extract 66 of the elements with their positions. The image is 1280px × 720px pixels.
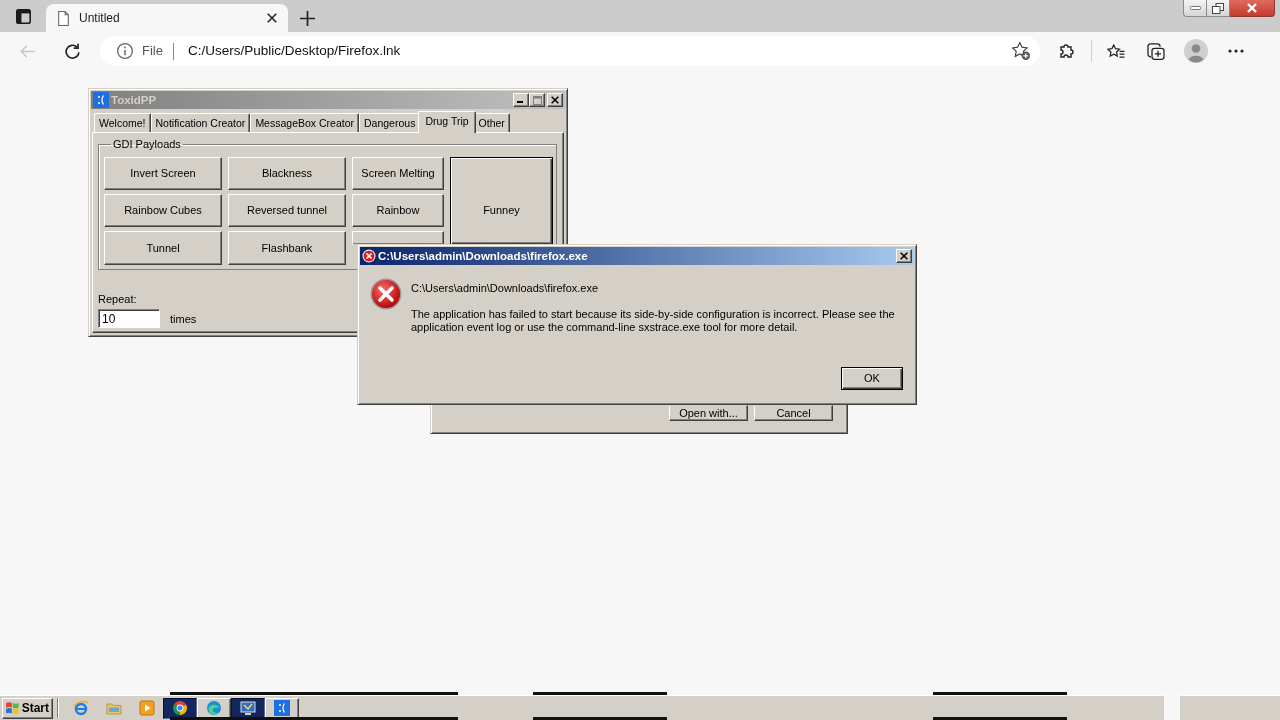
close-button[interactable] [1230, 0, 1275, 17]
add-favorite-button[interactable] [1012, 42, 1030, 60]
repeat-label: Repeat: [98, 293, 138, 306]
flag-icon [6, 702, 19, 714]
minimize-icon [1189, 6, 1201, 10]
payload-button[interactable]: Rainbow [352, 194, 444, 227]
avatar-icon [1184, 39, 1208, 63]
taskbar-button[interactable] [231, 697, 265, 719]
url-text: C:/Users/Public/Desktop/Firefox.lnk [187, 41, 401, 60]
message-text: The application has failed to start because its side-by-side configuration is incorrect. Please see the application event log or use the command-line sxstrace.exe tool for more detail. [411, 308, 896, 334]
star-plus-icon [1012, 42, 1030, 60]
close-icon [1247, 3, 1257, 13]
minimize-icon [517, 101, 523, 103]
tab[interactable]: Dangerous [359, 113, 421, 132]
dialog-button[interactable]: Cancel [754, 405, 833, 421]
message-heading: C:\Users\admin\Downloads\firefox.exe [411, 282, 600, 295]
back-arrow-icon [20, 44, 36, 58]
tab[interactable]: Welcome! [94, 113, 151, 132]
window-title: ToxidPP [111, 93, 157, 107]
unit-label: times [170, 313, 197, 326]
tab-actions-icon [15, 8, 31, 24]
browser-tab[interactable]: Untitled [46, 4, 288, 32]
payload-button[interactable]: Rainbow Cubes [104, 194, 222, 227]
close-icon[interactable] [267, 13, 277, 23]
dialog-button[interactable]: Open with... [669, 405, 748, 421]
payload-button[interactable]: Funney [450, 157, 553, 245]
sad-face-icon [93, 92, 109, 108]
payload-button[interactable]: Tunnel [104, 231, 222, 265]
payload-button[interactable] [352, 231, 444, 245]
error-icon [362, 249, 376, 263]
start-button[interactable]: Start [2, 697, 53, 719]
monitor-icon [240, 700, 256, 716]
repeat-field[interactable]: 10 [98, 309, 160, 328]
tab[interactable]: Notification Creator [150, 113, 251, 132]
close-icon [900, 252, 908, 260]
info-icon [117, 43, 133, 59]
payload-button[interactable]: Invert Screen [104, 157, 222, 190]
payload-button[interactable]: Blackness [228, 157, 346, 190]
payload-button[interactable]: Reversed tunnel [228, 194, 346, 227]
tab[interactable]: MessageBox Creator [250, 113, 359, 132]
maximize-icon [532, 95, 542, 105]
letter-e-icon[interactable] [72, 700, 89, 716]
restore-button[interactable] [1207, 0, 1230, 17]
address-bar[interactable]: File C:/Users/Public/Desktop/Firefox.lnk [100, 36, 1040, 66]
sad-face-icon [274, 700, 290, 716]
collections-icon [1147, 42, 1165, 60]
close-icon [551, 96, 559, 104]
window-title: C:\Users\admin\Downloads\firefox.exe [378, 249, 588, 263]
refresh-icon [64, 43, 80, 59]
wave-logo-icon [206, 700, 222, 716]
more-icon [1228, 49, 1244, 53]
payload-button[interactable]: Screen Melting [352, 157, 444, 190]
circle-logo-icon [172, 700, 188, 716]
plus-icon [299, 10, 315, 26]
group-title: GDI Payloads [112, 138, 182, 151]
tab[interactable]: Drug Trip [418, 111, 476, 133]
star-list-icon [1107, 43, 1125, 59]
site-info-button[interactable]: File [117, 41, 163, 61]
ok-button[interactable]: OK [841, 367, 903, 390]
page-icon [58, 10, 69, 26]
play-icon[interactable] [138, 700, 155, 716]
payload-button[interactable]: Flashbank [228, 231, 346, 265]
taskbar-button[interactable] [163, 697, 197, 719]
restore-icon [1212, 2, 1224, 14]
puzzle-icon [1059, 43, 1075, 59]
error-icon [370, 278, 402, 310]
